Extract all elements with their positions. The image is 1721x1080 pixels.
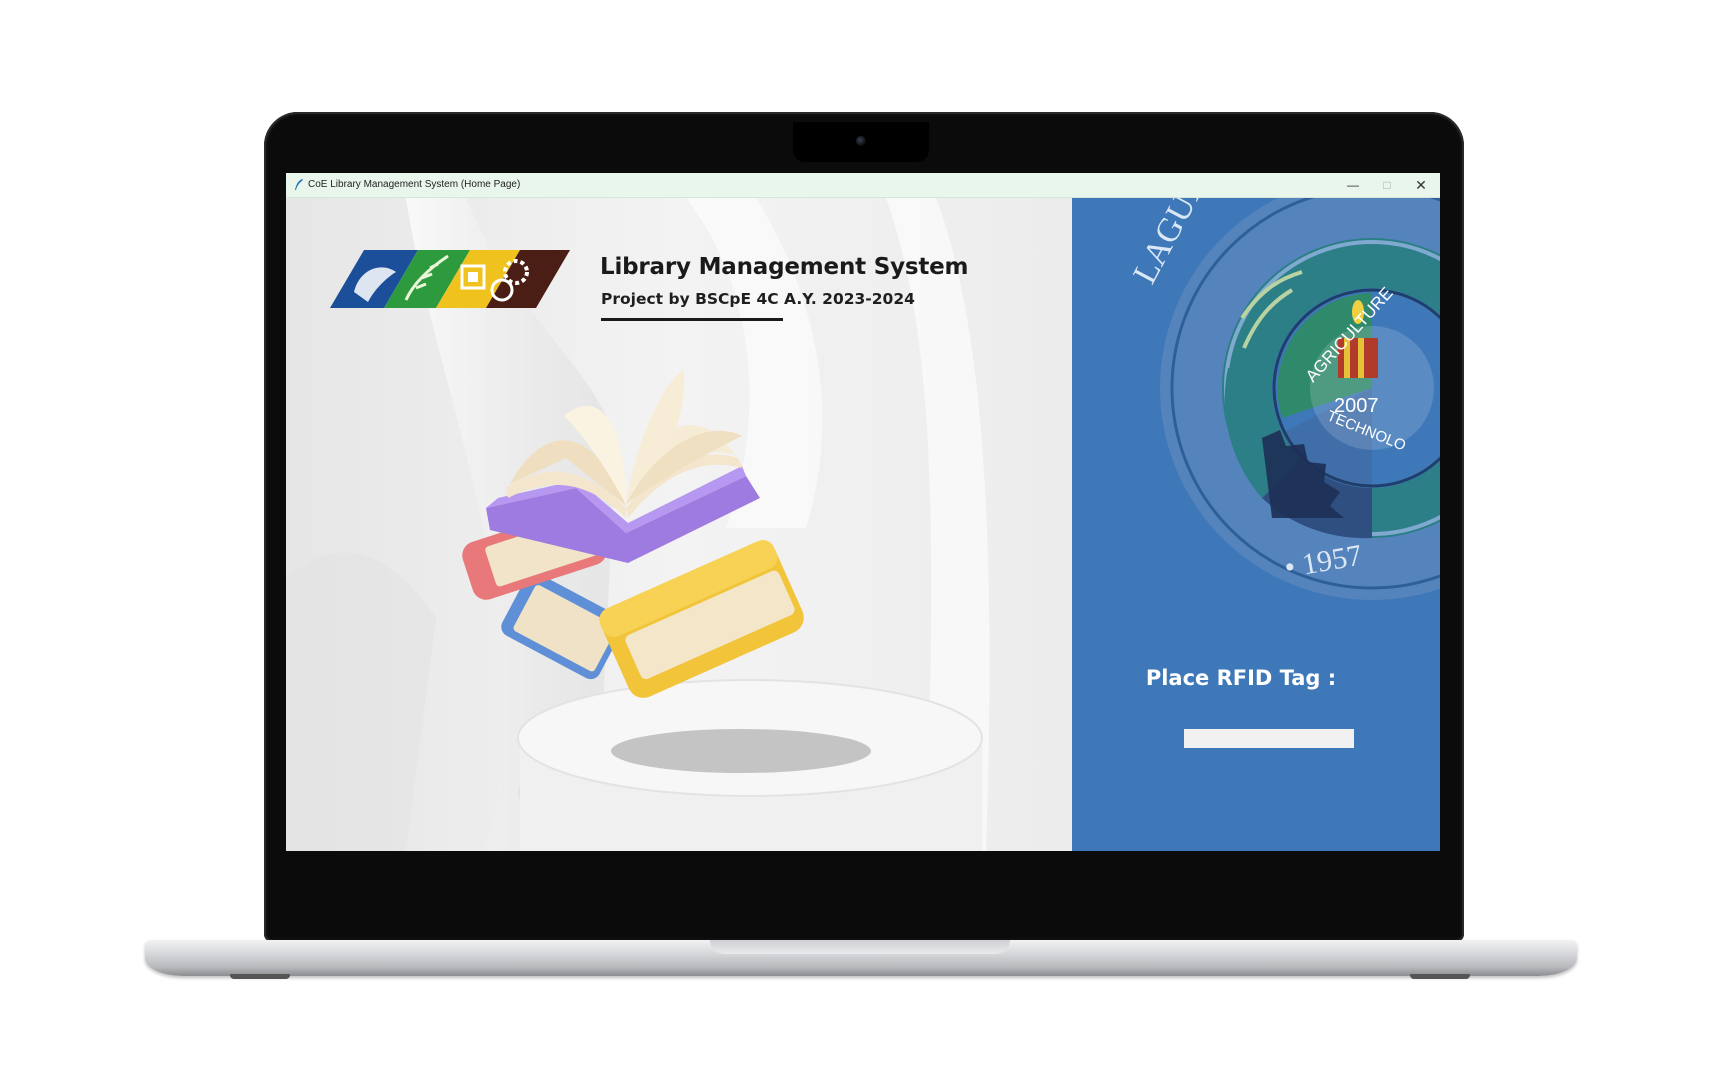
window-title: CoE Library Management System (Home Page… <box>308 179 521 190</box>
app-title: Library Management System <box>600 254 969 280</box>
title-underline <box>601 318 783 321</box>
minimize-button[interactable]: — <box>1336 173 1370 197</box>
app-subtitle: Project by BSCpE 4C A.Y. 2023-2024 <box>601 290 915 308</box>
feather-icon <box>295 179 303 190</box>
laptop-foot-right <box>1410 974 1470 979</box>
laptop-foot-left <box>230 974 290 979</box>
home-left-panel: Library Management System Project by BSC… <box>286 198 1072 851</box>
close-button[interactable]: ✕ <box>1404 173 1438 197</box>
window-titlebar: CoE Library Management System (Home Page… <box>286 173 1440 198</box>
rfid-input[interactable] <box>1184 729 1354 748</box>
rfid-panel: LAGUNA STATE P AGRICULTURE 2007 TECHNOLO… <box>1072 198 1440 851</box>
maximize-button[interactable]: □ <box>1370 173 1404 197</box>
desktop-stage: CoE Library Management System (Home Page… <box>0 0 1721 1080</box>
coe-department-logo <box>330 250 570 308</box>
university-seal: LAGUNA STATE P AGRICULTURE 2007 TECHNOLO… <box>1126 198 1440 600</box>
books-illustration <box>462 370 804 698</box>
laptop-hinge-groove <box>710 940 1010 954</box>
laptop-screen: CoE Library Management System (Home Page… <box>286 173 1440 851</box>
camera-icon <box>856 136 866 146</box>
rfid-label: Place RFID Tag : <box>1145 666 1337 690</box>
